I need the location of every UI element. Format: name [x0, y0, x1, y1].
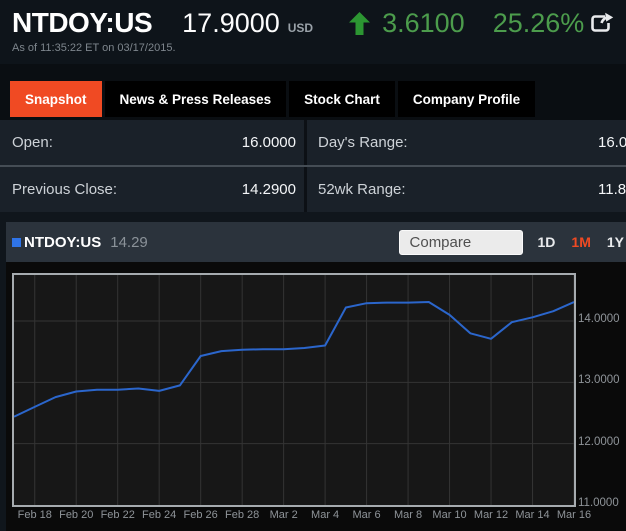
compare-button[interactable]: Compare — [399, 230, 523, 255]
quote-label-day-s-range: Day's Range: — [318, 120, 408, 165]
x-axis-label-mar-2: Mar 2 — [270, 509, 298, 521]
x-axis-label-mar-16: Mar 16 — [557, 509, 591, 521]
y-axis-label-11-0000: 11.0000 — [578, 497, 619, 509]
tab-stock-chart[interactable]: Stock Chart — [289, 81, 395, 117]
legend-symbol: NTDOY:US — [24, 234, 101, 251]
x-axis-label-mar-6: Mar 6 — [353, 509, 381, 521]
x-axis-label-mar-4: Mar 4 — [311, 509, 339, 521]
quote-label-52wk-range: 52wk Range: — [318, 167, 406, 212]
legend-swatch-icon — [12, 238, 21, 247]
range-button-1y[interactable]: 1Y — [607, 234, 624, 250]
x-axis-label-feb-24: Feb 24 — [142, 509, 176, 521]
price-chart-svg[interactable] — [14, 275, 574, 505]
price-change: 3.6100 — [382, 8, 465, 39]
x-axis-label-mar-10: Mar 10 — [432, 509, 466, 521]
x-axis-label-feb-28: Feb 28 — [225, 509, 259, 521]
quote-grid: Open:16.0000Day's Range:16.0Previous Clo… — [0, 120, 626, 212]
share-icon — [590, 12, 614, 34]
chart-legend: NTDOY:US 14.29 — [12, 234, 148, 251]
y-axis-label-14-0000: 14.0000 — [578, 313, 620, 325]
legend-last-value: 14.29 — [110, 234, 148, 251]
y-axis-label-13-0000: 13.0000 — [578, 374, 620, 386]
y-axis-label-12-0000: 12.0000 — [578, 436, 620, 448]
tab-company-profile[interactable]: Company Profile — [398, 81, 535, 117]
quote-value-day-s-range: 16.0 — [598, 120, 626, 165]
ticker-symbol: NTDOY:US — [12, 7, 152, 39]
quote-header: NTDOY:US 17.9000 USD 3.6100 25.26% As of… — [0, 0, 626, 64]
last-price: 17.9000 — [182, 8, 280, 39]
column-divider — [304, 167, 307, 212]
x-axis-label-mar-8: Mar 8 — [394, 509, 422, 521]
chart-toolbar: NTDOY:US 14.29 Compare 1D 1M 1Y — [6, 222, 626, 262]
currency-label: USD — [288, 21, 313, 35]
quote-value-previous-close: 14.2900 — [150, 167, 296, 212]
quote-value-52wk-range: 11.8 — [598, 167, 626, 212]
quote-row-open: Open: 16.0000 Day's Range: 16.0 — [0, 120, 626, 165]
chart-module: Feb 18 Feb 20 Feb 22 Feb 24 Feb 26 Feb 28 Mar … — [6, 262, 626, 531]
as-of-timestamp: As of 11:35:22 ET on 03/17/2015. — [12, 42, 176, 54]
tab-news-press-releases[interactable]: News & Press Releases — [105, 81, 287, 117]
x-axis-label-feb-26: Feb 26 — [184, 509, 218, 521]
quote-value-open: 16.0000 — [150, 120, 296, 165]
tab-strip: SnapshotNews & Press ReleasesStock Chart… — [0, 64, 626, 120]
price-row: NTDOY:US 17.9000 USD 3.6100 25.26% — [0, 0, 626, 39]
quote-label-open: Open: — [12, 120, 53, 165]
stock-quote-page: NTDOY:US 17.9000 USD 3.6100 25.26% As of… — [0, 0, 626, 531]
quote-row-previous-close: Previous Close: 14.2900 52wk Range: 11.8 — [0, 165, 626, 212]
x-axis-label-mar-14: Mar 14 — [515, 509, 549, 521]
tab-snapshot[interactable]: Snapshot — [10, 81, 102, 117]
price-chart-plot[interactable] — [12, 273, 576, 507]
up-arrow-icon — [349, 12, 370, 40]
tab-bar: SnapshotNews & Press ReleasesStock Chart… — [10, 81, 535, 117]
price-change-percent: 25.26% — [493, 8, 585, 39]
quote-label-previous-close: Previous Close: — [12, 167, 117, 212]
range-button-1d[interactable]: 1D — [538, 234, 556, 250]
share-button[interactable] — [590, 12, 614, 34]
price-line-series — [14, 302, 574, 417]
column-divider — [304, 120, 307, 165]
x-axis-label-feb-22: Feb 22 — [101, 509, 135, 521]
x-axis-label-feb-20: Feb 20 — [59, 509, 93, 521]
range-button-group: 1D 1M 1Y — [538, 234, 624, 250]
x-axis-label-mar-12: Mar 12 — [474, 509, 508, 521]
range-button-1m[interactable]: 1M — [571, 234, 590, 250]
x-axis-label-feb-18: Feb 18 — [18, 509, 52, 521]
